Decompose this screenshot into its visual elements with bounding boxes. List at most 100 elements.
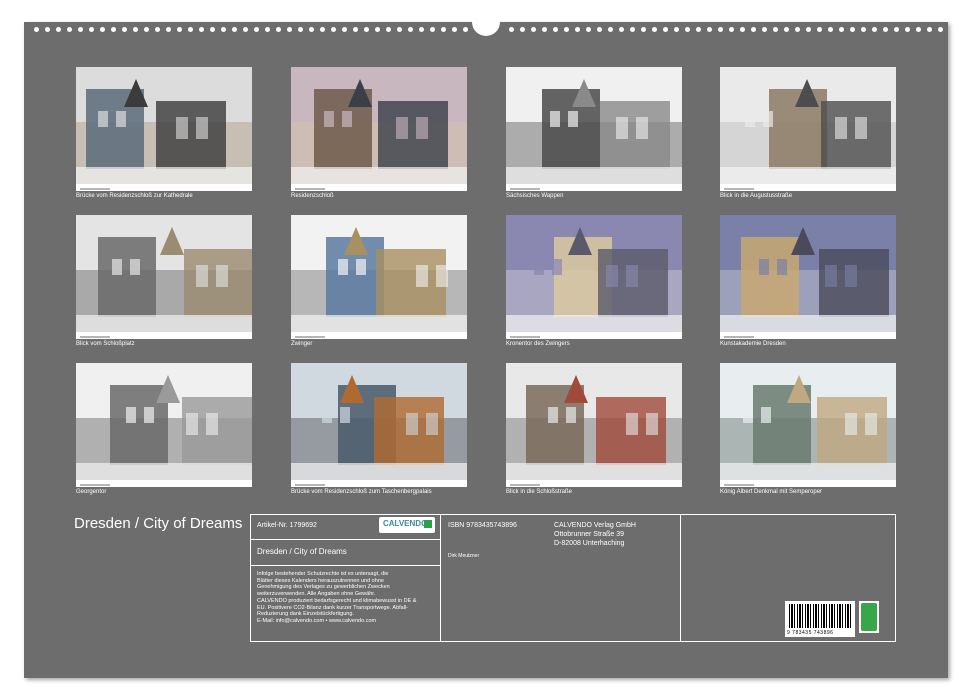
photo-tile [720,67,896,191]
binding-hole [408,27,413,32]
binding-hole [342,27,347,32]
binding-hole [78,27,83,32]
calendar-title: Dresden / City of Dreams [74,515,243,532]
binding-hole [441,27,446,32]
photo-tile [720,363,896,487]
product-title: Dresden / City of Dreams [257,547,347,556]
photo [291,67,467,184]
binding-hole [707,27,712,32]
photo-month-label [510,484,540,486]
photo-caption: Blick in die Augustusstraße [720,193,793,199]
logo-square-icon [424,520,432,528]
binding-hole [210,27,215,32]
isbn: ISBN 9783435743896 [448,522,517,529]
binding-hole [619,27,624,32]
calvendo-logo: CALVENDO [379,517,435,533]
binding-hole [309,27,314,32]
binding-hole [916,27,921,32]
binding-hole [155,27,160,32]
photo-tile [76,215,252,339]
binding-hole [89,27,94,32]
binding-hole [56,27,61,32]
binding-hole [894,27,899,32]
photo-tile [506,215,682,339]
photo-month-label [295,336,325,338]
photo [76,215,252,332]
binding-hole [520,27,525,32]
binding-hole [564,27,569,32]
photo-caption: Brücke vom Residenzschloß zur Kathedrale [76,193,193,199]
photo-month-label [80,188,110,190]
binding-hole [784,27,789,32]
binding-hole [938,27,943,32]
photo [506,215,682,332]
binding-hole [320,27,325,32]
binding-hole [652,27,657,32]
binding-hole [243,27,248,32]
binding-hole [397,27,402,32]
publisher-line-2: Ottobrunner Straße 39 [554,531,625,538]
legal-text-line: Infolge bestehender Schutzrechte ist es … [257,571,389,577]
photo-tile [506,67,682,191]
photo-tile [291,363,467,487]
legal-text-line: Reduzierung dank Einzelstückfertigung. [257,611,354,618]
binding-hole [905,27,910,32]
binding-hole [817,27,822,32]
binding-hole [806,27,811,32]
photo [76,363,252,480]
binding-hole [883,27,888,32]
legal-text-line: CALVENDO produziert bedarfsgerecht und k… [257,597,417,604]
binding-hole [133,27,138,32]
binding-hole [353,27,358,32]
binding-hole [586,27,591,32]
photo [506,363,682,480]
binding-hole [630,27,635,32]
binding-hole [575,27,580,32]
binding-hole [674,27,679,32]
binding-hole [111,27,116,32]
binding-hole [509,27,514,32]
binding-hole [188,27,193,32]
photo-caption: Residenzschloß [291,193,334,199]
photo-tile [720,215,896,339]
photo [291,215,467,332]
photo-tile [291,215,467,339]
photo-tile [76,363,252,487]
binding-hole [927,27,932,32]
photo-caption: Georgentor [76,489,107,495]
legal-text-line: E-Mail: info@calvendo.com • www.calvendo… [257,617,377,624]
photo [506,67,682,184]
binding-hole [531,27,536,32]
legal-text-line: Genehmigung des Verlages zu gewerblichen… [257,584,390,591]
author: Dirk Meutzner [448,553,480,559]
legal-text-line: EU. Positivere CO2-Bilanz dank kurzer Tr… [257,604,409,611]
binding-hole [597,27,602,32]
legal-text-line: weiterzuverwenden. Alle Angaben ohne Gew… [257,591,376,598]
binding-hole [696,27,701,32]
binding-hole [276,27,281,32]
photo-month-label [724,484,754,486]
binding-hole [45,27,50,32]
photo-caption: Blick in die Schloßstraße [506,489,573,495]
barcode: 9 783435 743896 [785,601,855,637]
binding-hole [100,27,105,32]
publisher-line-1: CALVENDO Verlag GmbH [554,522,636,529]
photo-month-label [724,336,754,338]
binding-hole [287,27,292,32]
photo-month-label [295,484,325,486]
binding-hole [386,27,391,32]
photo-caption: Sächsisches Wappen [506,193,564,199]
binding-hole [872,27,877,32]
photo [76,67,252,184]
article-number: Artikel-Nr. 1799692 [257,522,317,529]
photo-month-label [510,336,540,338]
binding-hole [861,27,866,32]
binding-hole [542,27,547,32]
binding-hole [751,27,756,32]
binding-hole [762,27,767,32]
binding-hole [430,27,435,32]
photo-caption: Kunstakademie Dresden [720,341,786,347]
photo-month-label [80,484,110,486]
binding-hole [729,27,734,32]
binding-hole [199,27,204,32]
